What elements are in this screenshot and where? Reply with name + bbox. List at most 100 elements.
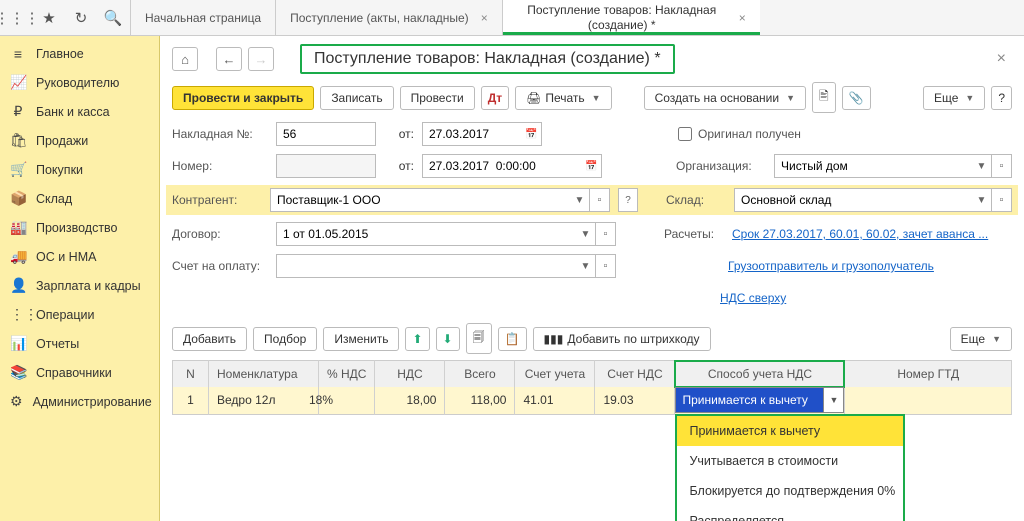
help-small-button[interactable]: ? (618, 188, 638, 212)
sidebar-item-production[interactable]: 🏭Производство (0, 213, 159, 242)
sidebar-item-assets[interactable]: 🚚ОС и НМА (0, 242, 159, 271)
cell-gtd[interactable] (845, 387, 1012, 415)
sidebar-item-references[interactable]: 📚Справочники (0, 358, 159, 387)
add-row-button[interactable]: Добавить (172, 327, 247, 351)
post-and-close-button[interactable]: Провести и закрыть (172, 86, 314, 110)
sidebar-item-admin[interactable]: ⚙Администрирование (0, 387, 159, 416)
back-button[interactable]: ← (216, 47, 242, 71)
col-total[interactable]: Всего (445, 361, 515, 387)
close-icon[interactable]: × (739, 11, 746, 25)
col-vat-account[interactable]: Счет НДС (595, 361, 675, 387)
sidebar-item-purchases[interactable]: 🛒Покупки (0, 155, 159, 184)
sidebar-item-main[interactable]: ≡Главное (0, 40, 159, 68)
sidebar-item-bank[interactable]: ₽Банк и касса (0, 97, 159, 126)
vat-link[interactable]: НДС сверху (720, 291, 786, 305)
shipper-link[interactable]: Грузоотправитель и грузополучатель (728, 259, 934, 273)
change-button[interactable]: Изменить (323, 327, 399, 351)
cell-total[interactable]: 118,00 (445, 387, 515, 415)
create-based-button[interactable]: Создать на основании▼ (644, 86, 806, 110)
original-received-checkbox[interactable] (678, 127, 692, 141)
paste-button[interactable]: 📋 (498, 327, 527, 351)
dropdown-option[interactable]: Принимается к вычету (677, 416, 903, 446)
sidebar-item-sales[interactable]: 🛍Продажи (0, 126, 159, 155)
tab-start-page[interactable]: Начальная страница (130, 0, 275, 35)
col-vat-rate[interactable]: % НДС (319, 361, 375, 387)
original-received-check[interactable]: Оригинал получен (678, 127, 801, 141)
apps-icon[interactable]: ⋮⋮⋮ (6, 7, 28, 29)
dropdown-icon[interactable]: ▼ (570, 188, 590, 212)
tab-label: Поступление товаров: Накладная (создание… (517, 3, 727, 32)
vat-method-select[interactable]: Принимается к вычету ▼ (675, 387, 844, 413)
sidebar-item-operations[interactable]: ⋮⋮Операции (0, 300, 159, 329)
number-input[interactable] (276, 154, 376, 178)
sidebar-item-manager[interactable]: 📈Руководителю (0, 68, 159, 97)
more-button[interactable]: Еще▼ (923, 86, 985, 110)
write-button[interactable]: Записать (320, 86, 393, 110)
attach-button[interactable]: 📎 (842, 86, 871, 110)
cart-icon: 🛒 (10, 161, 26, 178)
calendar-icon[interactable]: 📅 (522, 122, 542, 146)
star-icon[interactable]: ★ (38, 7, 60, 29)
open-icon[interactable]: ▫ (596, 222, 616, 246)
dropdown-option[interactable]: Распределяется (677, 506, 903, 521)
col-gtd[interactable]: Номер ГТД (845, 361, 1012, 387)
org-input[interactable] (774, 154, 972, 178)
dropdown-icon[interactable]: ▼ (576, 222, 596, 246)
history-icon[interactable]: ↻ (70, 7, 92, 29)
sidebar-item-hr[interactable]: 👤Зарплата и кадры (0, 271, 159, 300)
move-down-button[interactable]: ⬇ (436, 327, 460, 351)
cell-vat-account[interactable]: 19.03 (595, 387, 675, 415)
cell-vat-method[interactable]: Принимается к вычету ▼ Принимается к выч… (675, 387, 845, 415)
table-more-button[interactable]: Еще▼ (950, 327, 1012, 351)
open-icon[interactable]: ▫ (992, 154, 1012, 178)
cell-nomenclature[interactable]: Ведро 12л (209, 387, 319, 415)
dropdown-option[interactable]: Учитывается в стоимости (677, 446, 903, 476)
files-button[interactable]: 🖹 (812, 82, 836, 113)
tab-receipts[interactable]: Поступление (акты, накладные)× (275, 0, 502, 35)
from-label: от: (384, 127, 414, 141)
invoice-pay-input[interactable] (276, 254, 576, 278)
home-button[interactable]: ⌂ (172, 47, 198, 71)
sidebar-item-warehouse[interactable]: 📦Склад (0, 184, 159, 213)
forward-button[interactable]: → (248, 47, 274, 71)
col-nomenclature[interactable]: Номенклатура (209, 361, 319, 387)
cell-n[interactable]: 1 (173, 387, 209, 415)
col-vat[interactable]: НДС (375, 361, 445, 387)
print-button[interactable]: 🖨 Печать▼ (515, 86, 611, 110)
counterparty-input[interactable] (270, 188, 570, 212)
invoice-date-input[interactable] (422, 122, 522, 146)
tab-current-doc[interactable]: Поступление товаров: Накладная (создание… (502, 0, 760, 35)
number-date-input[interactable] (422, 154, 582, 178)
pick-button[interactable]: Подбор (253, 327, 317, 351)
col-account[interactable]: Счет учета (515, 361, 595, 387)
col-n[interactable]: N (173, 361, 209, 387)
col-vat-method[interactable]: Способ учета НДС (675, 361, 845, 387)
table-row[interactable]: 1 Ведро 12л 18% 18,00 118,00 41.01 19.03… (173, 387, 1012, 415)
close-icon[interactable]: × (481, 11, 488, 25)
move-up-button[interactable]: ⬆ (405, 327, 429, 351)
sidebar-item-reports[interactable]: 📊Отчеты (0, 329, 159, 358)
dt-kt-button[interactable]: Дᴛ (481, 86, 509, 110)
warehouse-input[interactable] (734, 188, 972, 212)
post-button[interactable]: Провести (400, 86, 475, 110)
contract-input[interactable] (276, 222, 576, 246)
close-doc-button[interactable]: × (991, 50, 1012, 68)
dropdown-icon[interactable]: ▼ (576, 254, 596, 278)
dropdown-icon[interactable]: ▼ (972, 154, 992, 178)
open-icon[interactable]: ▫ (992, 188, 1012, 212)
cell-account[interactable]: 41.01 (515, 387, 595, 415)
add-by-barcode-button[interactable]: ▮▮▮ Добавить по штрихкоду (533, 327, 711, 351)
calc-link[interactable]: Срок 27.03.2017, 60.01, 60.02, зачет ава… (732, 227, 988, 241)
cell-vat-rate[interactable]: 18% (319, 387, 375, 415)
dropdown-icon[interactable]: ▼ (972, 188, 992, 212)
open-icon[interactable]: ▫ (596, 254, 616, 278)
help-button[interactable]: ? (991, 86, 1012, 110)
dropdown-option[interactable]: Блокируется до подтверждения 0% (677, 476, 903, 506)
chevron-down-icon[interactable]: ▼ (823, 388, 843, 412)
search-icon[interactable]: 🔍 (102, 7, 124, 29)
invoice-num-input[interactable] (276, 122, 376, 146)
calendar-icon[interactable]: 📅 (582, 154, 602, 178)
open-icon[interactable]: ▫ (590, 188, 610, 212)
cell-vat[interactable]: 18,00 (375, 387, 445, 415)
copy-button[interactable]: 🗐 (466, 323, 492, 354)
